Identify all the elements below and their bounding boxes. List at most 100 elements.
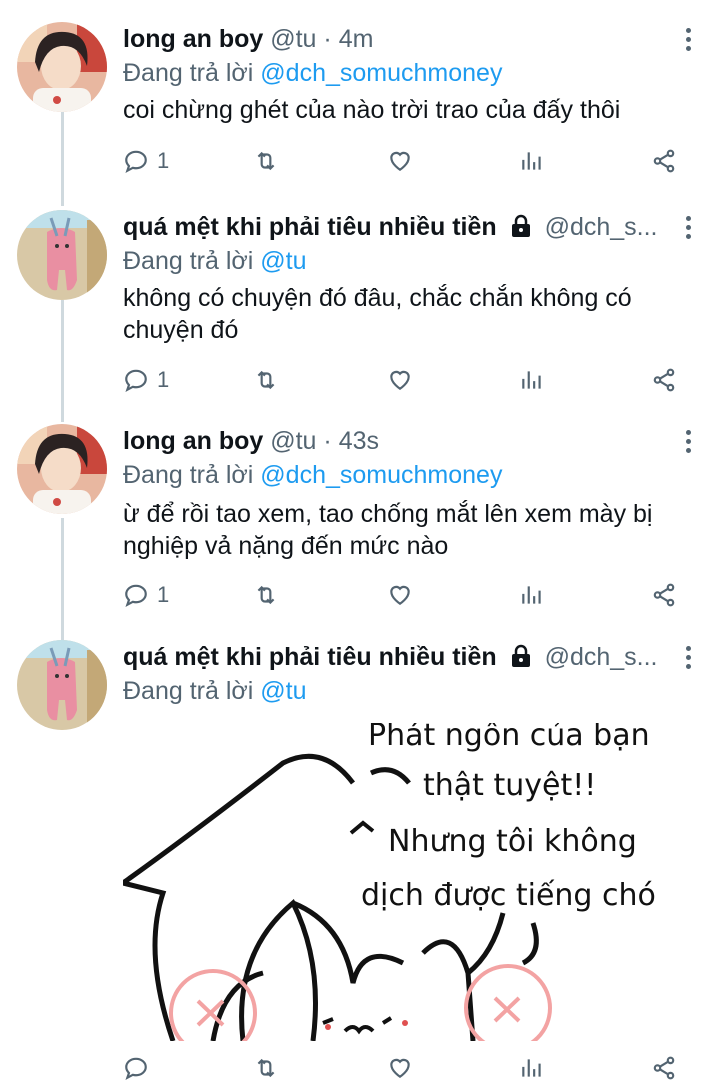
- user-handle[interactable]: @tu: [270, 427, 316, 455]
- lock-icon: [511, 214, 530, 237]
- like-button[interactable]: [387, 146, 413, 176]
- user-handle[interactable]: @dch_s...: [545, 643, 658, 671]
- meme-line-1: Phát ngôn của bạn: [368, 723, 650, 753]
- tweet-text: không có chuyện đó đâu, chắc chắn không …: [123, 284, 632, 344]
- reply-context: Đang trả lời @dch_somuchmoney: [123, 56, 502, 90]
- views-button[interactable]: [519, 1053, 545, 1083]
- lock-icon: [511, 644, 530, 667]
- retweet-button[interactable]: [253, 1053, 279, 1083]
- retweet-button[interactable]: [253, 580, 279, 610]
- tweet-header: quá mệt khi phải tiêu nhiều tiền @dch_s.…: [123, 640, 660, 674]
- reply-count: 1: [157, 148, 170, 173]
- reply-button[interactable]: 1: [123, 580, 169, 610]
- reply-context: Đang trả lời @tu: [123, 244, 307, 278]
- meme-line-3: Nhưng tôi không: [388, 824, 637, 859]
- avatar-photo: [17, 640, 107, 730]
- like-button[interactable]: [387, 1053, 413, 1083]
- views-button[interactable]: [519, 365, 545, 395]
- avatar[interactable]: [17, 424, 107, 514]
- reply-count: 1: [157, 582, 170, 607]
- tweet-text: coi chừng ghét của nào trời trao của đấy…: [123, 96, 621, 124]
- reply-mention[interactable]: @tu: [260, 247, 306, 275]
- display-name[interactable]: long an boy: [123, 427, 263, 455]
- retweet-icon: [257, 585, 275, 605]
- share-button[interactable]: [651, 580, 677, 610]
- share-button[interactable]: [651, 365, 677, 395]
- views-button[interactable]: [519, 146, 545, 176]
- avatar[interactable]: [17, 210, 107, 300]
- meme-line-2: thật tuyệt!!: [423, 768, 596, 803]
- avatar[interactable]: [17, 640, 107, 730]
- action-bar: [123, 1053, 693, 1083]
- reply-button[interactable]: 1: [123, 365, 169, 395]
- more-icon[interactable]: [684, 646, 692, 672]
- display-name[interactable]: quá mệt khi phải tiêu nhiều tiền: [123, 643, 497, 671]
- reply-button[interactable]: 1: [123, 146, 169, 176]
- reply-context: Đang trả lời @dch_somuchmoney: [123, 458, 502, 492]
- views-button[interactable]: [519, 580, 545, 610]
- share-button[interactable]: [651, 146, 677, 176]
- user-handle[interactable]: @dch_s...: [545, 213, 658, 241]
- more-icon[interactable]: [684, 28, 692, 54]
- tweet[interactable]: long an boy @tu · 4m Đang trả lời @dch_s…: [0, 22, 720, 192]
- retweet-button[interactable]: [253, 146, 279, 176]
- action-bar: 1: [123, 365, 693, 395]
- tweet-text: ừ để rồi tao xem, tao chống mắt lên xem …: [123, 500, 653, 560]
- reply-icon: [125, 584, 147, 607]
- retweet-icon: [257, 151, 275, 171]
- reply-mention[interactable]: @tu: [260, 677, 306, 705]
- reply-icon: [125, 369, 147, 392]
- tweet-media-image[interactable]: Phát ngôn của bạn thật tuyệt!! Nhưng tôi…: [123, 723, 655, 1041]
- reply-button[interactable]: [123, 1053, 149, 1083]
- reply-icon: [125, 150, 147, 173]
- timestamp[interactable]: 43s: [339, 427, 379, 455]
- reply-prefix: Đang trả lời: [123, 59, 254, 87]
- avatar[interactable]: [17, 22, 107, 112]
- action-bar: 1: [123, 580, 693, 610]
- avatar-photo: [17, 424, 107, 514]
- share-button[interactable]: [651, 1053, 677, 1083]
- separator-dot: ·: [323, 427, 332, 455]
- reply-prefix: Đang trả lời: [123, 461, 254, 489]
- reply-prefix: Đang trả lời: [123, 677, 254, 705]
- views-icon: [522, 371, 541, 389]
- meme-line-4: dịch được tiếng chó: [361, 878, 655, 913]
- reply-icon: [125, 1057, 147, 1080]
- more-icon[interactable]: [684, 216, 692, 242]
- tweet[interactable]: quá mệt khi phải tiêu nhiều tiền @dch_s.…: [0, 210, 720, 400]
- separator-dot: ·: [323, 25, 332, 53]
- tweet[interactable]: long an boy @tu · 43s Đang trả lời @dch_…: [0, 424, 720, 614]
- like-button[interactable]: [387, 365, 413, 395]
- views-icon: [522, 152, 541, 170]
- like-icon: [390, 370, 410, 390]
- views-icon: [522, 1059, 541, 1077]
- tweet-header: quá mệt khi phải tiêu nhiều tiền @dch_s.…: [123, 210, 660, 244]
- views-icon: [522, 586, 541, 604]
- action-bar: 1: [123, 146, 693, 176]
- avatar-photo: [17, 22, 107, 112]
- share-icon: [653, 149, 675, 173]
- display-name[interactable]: quá mệt khi phải tiêu nhiều tiền: [123, 213, 497, 241]
- reply-mention[interactable]: @dch_somuchmoney: [260, 59, 502, 87]
- tweet-header: long an boy @tu · 4m: [123, 22, 660, 56]
- retweet-icon: [257, 1058, 275, 1078]
- like-icon: [390, 1058, 410, 1078]
- like-button[interactable]: [387, 580, 413, 610]
- user-handle[interactable]: @tu: [270, 25, 316, 53]
- meme-drawing: Phát ngôn của bạn thật tuyệt!! Nhưng tôi…: [123, 723, 655, 1041]
- retweet-button[interactable]: [253, 365, 279, 395]
- reply-prefix: Đang trả lời: [123, 247, 254, 275]
- timestamp[interactable]: 4m: [339, 25, 374, 53]
- retweet-icon: [257, 370, 275, 390]
- reply-mention[interactable]: @dch_somuchmoney: [260, 461, 502, 489]
- reply-context: Đang trả lời @tu: [123, 674, 307, 708]
- reply-count: 1: [157, 367, 170, 392]
- share-icon: [653, 1056, 675, 1080]
- like-icon: [390, 585, 410, 605]
- more-icon[interactable]: [684, 430, 692, 456]
- display-name[interactable]: long an boy: [123, 25, 263, 53]
- tweet-header: long an boy @tu · 43s: [123, 424, 660, 458]
- avatar-photo: [17, 210, 107, 300]
- like-icon: [390, 151, 410, 171]
- share-icon: [653, 583, 675, 607]
